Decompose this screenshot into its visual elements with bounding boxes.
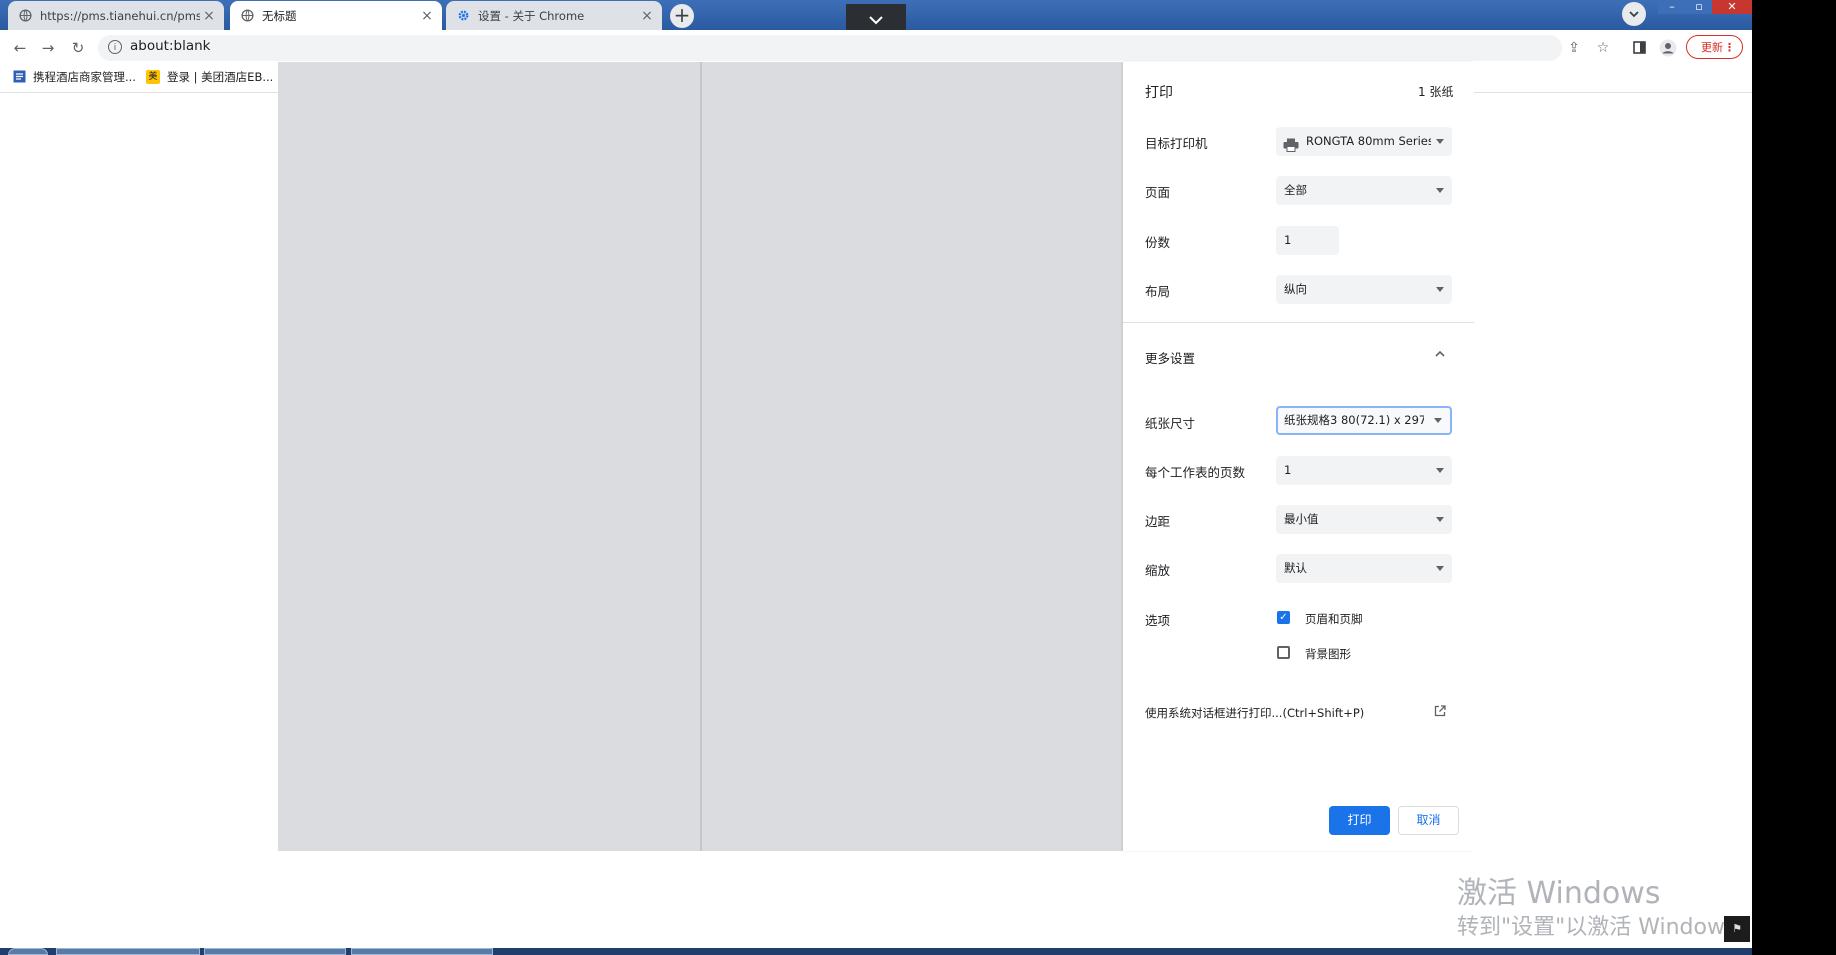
destination-label: 目标打印机: [1145, 136, 1208, 151]
background-graphics-checkbox[interactable]: [1277, 646, 1290, 659]
globe-icon: [240, 9, 254, 23]
margins-value: 最小值: [1284, 512, 1319, 526]
close-window-button[interactable]: ✕: [1712, 0, 1752, 14]
options-label: 选项: [1145, 613, 1171, 628]
scale-select[interactable]: 默认: [1276, 554, 1452, 583]
dropdown-arrow-icon: [1436, 188, 1444, 193]
tab-untitled[interactable]: 无标题 ×: [230, 1, 442, 30]
layout-value: 纵向: [1284, 282, 1307, 296]
print-title: 打印: [1145, 85, 1173, 101]
share-icon[interactable]: ⇪: [1563, 37, 1585, 59]
address-bar[interactable]: [98, 35, 1562, 61]
side-panel-icon[interactable]: [1628, 37, 1650, 59]
activate-windows-title: 激活 Windows: [1457, 876, 1661, 911]
destination-select[interactable]: RONGTA 80mm Series: [1276, 127, 1452, 156]
destination-value: RONGTA 80mm Series: [1306, 134, 1431, 148]
taskbar-item[interactable]: [204, 948, 346, 955]
reload-icon[interactable]: ↻: [68, 38, 88, 58]
paper-size-select[interactable]: 纸张规格3 80(72.1) x 297 mm: [1276, 406, 1452, 435]
tab-title: 设置 - 关于 Chrome: [478, 8, 585, 23]
layout-label: 布局: [1145, 284, 1171, 299]
tab-title: https://pms.tianehui.cn/pms/c: [40, 8, 200, 23]
background-graphics-label[interactable]: 背景图形: [1305, 646, 1351, 662]
paper-size-value: 纸张规格3 80(72.1) x 297 mm: [1284, 413, 1424, 427]
update-label: 更新: [1701, 41, 1723, 54]
tab-settings[interactable]: 设置 - 关于 Chrome ×: [446, 1, 662, 30]
pages-value: 全部: [1284, 183, 1307, 197]
bookmark-label: 登录 | 美团酒店EB...: [167, 70, 274, 84]
preview-page-divider: [700, 62, 702, 851]
dropdown-arrow-icon: [1436, 468, 1444, 473]
copies-label: 份数: [1145, 235, 1171, 250]
close-icon[interactable]: ×: [200, 8, 218, 24]
back-icon[interactable]: ←: [10, 38, 30, 58]
open-in-new-icon[interactable]: [1434, 705, 1447, 718]
info-icon[interactable]: i: [108, 40, 122, 54]
chevron-up-icon[interactable]: [1434, 348, 1448, 362]
forward-icon[interactable]: →: [38, 38, 58, 58]
tab-title: 无标题: [262, 8, 297, 23]
dropdown-arrow-icon: [1434, 418, 1442, 423]
maximize-button[interactable]: ▫: [1686, 0, 1712, 14]
layout-select[interactable]: 纵向: [1276, 275, 1452, 304]
pages-per-sheet-select[interactable]: 1: [1276, 456, 1452, 485]
dropdown-arrow-icon: [1436, 139, 1444, 144]
new-tab-button[interactable]: +: [670, 4, 694, 28]
dropdown-arrow-icon: [1436, 517, 1444, 522]
dropdown-arrow-icon: [1436, 287, 1444, 292]
more-settings-label[interactable]: 更多设置: [1145, 348, 1195, 367]
pages-select[interactable]: 全部: [1276, 176, 1452, 205]
panel-divider: [1123, 322, 1474, 323]
minimize-button[interactable]: –: [1658, 0, 1686, 14]
ctrip-icon: [12, 70, 26, 84]
action-center-icon[interactable]: ⚑: [1724, 916, 1750, 942]
scale-value: 默认: [1284, 561, 1307, 575]
bookmark-meituan[interactable]: 美 登录 | 美团酒店EB...: [146, 69, 273, 85]
meituan-icon: 美: [146, 70, 160, 84]
sheet-count: 1 张纸: [1418, 85, 1454, 99]
globe-icon: [18, 9, 32, 23]
bookmark-ctrip[interactable]: 携程酒店商家管理...: [12, 69, 136, 85]
more-menu-icon[interactable]: ⋮: [1724, 36, 1735, 60]
url-text[interactable]: about:blank: [130, 38, 210, 54]
close-icon[interactable]: ×: [638, 8, 656, 24]
profile-icon[interactable]: [1657, 37, 1679, 59]
cancel-button[interactable]: 取消: [1398, 806, 1459, 835]
close-icon[interactable]: ×: [418, 8, 436, 24]
scale-label: 缩放: [1145, 563, 1171, 578]
copies-input[interactable]: 1: [1276, 226, 1339, 255]
tab-search-icon[interactable]: [1622, 2, 1646, 26]
gear-icon: [456, 9, 470, 23]
screen-edge: [1752, 0, 1836, 955]
pages-label: 页面: [1145, 185, 1171, 200]
headers-footers-label[interactable]: 页眉和页脚: [1305, 611, 1363, 627]
pages-per-sheet-label: 每个工作表的页数: [1145, 465, 1246, 480]
headers-footers-checkbox[interactable]: ✓: [1277, 611, 1290, 624]
taskbar-item[interactable]: [351, 948, 493, 955]
star-icon[interactable]: ☆: [1592, 37, 1614, 59]
system-dialog-link[interactable]: 使用系统对话框进行打印...(Ctrl+Shift+P): [1145, 705, 1364, 721]
margins-label: 边距: [1145, 514, 1171, 529]
tab-pms[interactable]: https://pms.tianehui.cn/pms/c ×: [8, 1, 224, 30]
bookmark-label: 携程酒店商家管理...: [33, 70, 136, 84]
taskbar-item[interactable]: [56, 948, 200, 955]
update-button[interactable]: 更新 ⋮: [1686, 35, 1743, 59]
print-button[interactable]: 打印: [1329, 806, 1390, 835]
dropdown-arrow-icon: [1436, 566, 1444, 571]
printer-icon: [1283, 134, 1299, 156]
start-button[interactable]: [8, 948, 48, 955]
activate-windows-subtitle: 转到"设置"以激活 Windows。: [1457, 915, 1759, 940]
margins-select[interactable]: 最小值: [1276, 505, 1452, 534]
paper-size-label: 纸张尺寸: [1145, 416, 1196, 431]
pages-per-sheet-value: 1: [1284, 463, 1292, 477]
